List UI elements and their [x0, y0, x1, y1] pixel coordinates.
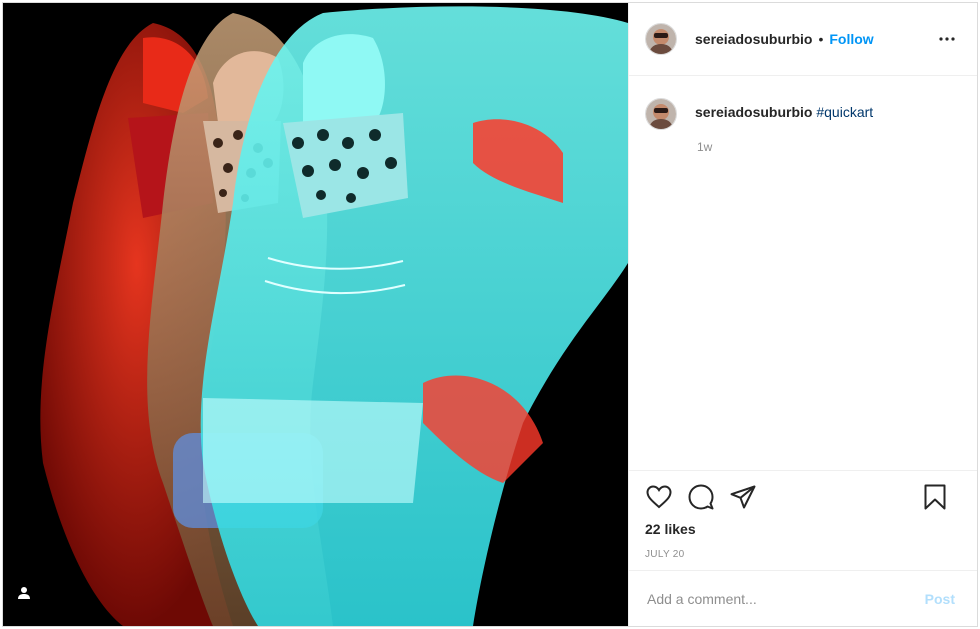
caption-timestamp: 1w — [697, 140, 713, 154]
share-icon[interactable] — [729, 483, 757, 511]
comments-section: sereiadosuburbio #quickart 1w — [629, 76, 977, 470]
post-date: JULY 20 — [645, 549, 685, 560]
caption-text: sereiadosuburbio #quickart — [695, 98, 873, 121]
caption-avatar[interactable] — [645, 98, 677, 130]
add-comment-box: Post — [629, 570, 977, 626]
post-header: sereiadosuburbio • Follow — [629, 3, 977, 76]
actions-section: 22 likes JULY 20 — [629, 470, 977, 570]
caption-hashtag[interactable]: #quickart — [816, 104, 873, 120]
post-image[interactable] — [3, 3, 628, 626]
post-photo-art — [3, 3, 628, 626]
follow-button[interactable]: Follow — [829, 31, 873, 47]
heart-icon[interactable] — [645, 483, 673, 511]
avatar[interactable] — [645, 23, 677, 55]
bookmark-icon[interactable] — [921, 483, 949, 511]
caption: sereiadosuburbio #quickart — [645, 98, 961, 130]
action-bar — [645, 471, 961, 523]
separator-dot: • — [818, 31, 824, 47]
caption-username[interactable]: sereiadosuburbio — [695, 104, 812, 120]
user-tag-icon[interactable] — [17, 586, 43, 612]
more-horizontal-icon[interactable] — [935, 27, 959, 51]
post-sidebar: sereiadosuburbio • Follow sereiadosuburb… — [628, 3, 977, 626]
comment-input[interactable] — [645, 589, 919, 608]
header-username[interactable]: sereiadosuburbio — [695, 31, 812, 47]
comment-icon[interactable] — [687, 483, 715, 511]
instagram-post: sereiadosuburbio • Follow sereiadosuburb… — [2, 2, 978, 627]
likes-count[interactable]: 22 likes — [645, 521, 961, 537]
post-button[interactable]: Post — [919, 590, 961, 608]
